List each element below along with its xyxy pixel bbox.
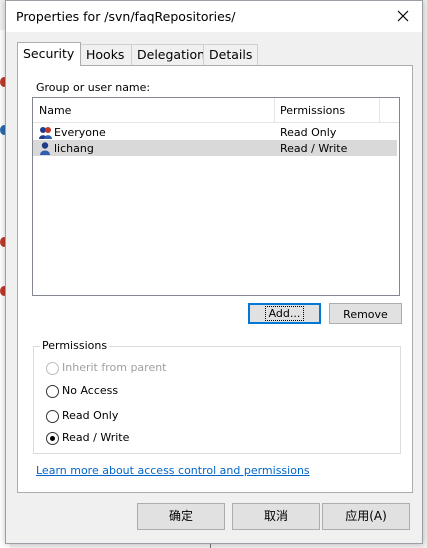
security-panel: Group or user name: Name Permissions Eve… xyxy=(17,65,413,493)
group-icon xyxy=(39,127,52,139)
dialog-title: Properties for /svn/faqRepositories/ xyxy=(16,9,236,24)
radio-label: Inherit from parent xyxy=(62,361,167,374)
ok-button[interactable]: 确定 xyxy=(137,503,225,530)
radio-button-circle xyxy=(46,432,59,445)
column-divider[interactable] xyxy=(379,98,380,122)
user-name: lichang xyxy=(54,142,94,155)
close-button[interactable] xyxy=(390,4,416,28)
column-divider[interactable] xyxy=(274,98,275,122)
tab-label: Details xyxy=(209,47,253,62)
group-or-user-label: Group or user name: xyxy=(36,81,151,94)
tab-label: Security xyxy=(23,46,75,61)
list-item[interactable]: Everyone Read Only xyxy=(33,124,397,140)
add-button-label: Add... xyxy=(264,306,305,321)
remove-button-label: Remove xyxy=(343,308,388,321)
list-item[interactable]: lichang Read / Write xyxy=(33,140,397,156)
tab-details[interactable]: Details xyxy=(203,44,258,65)
user-listview[interactable]: Name Permissions Everyone Read Only lich… xyxy=(32,97,400,296)
tab-label: Hooks xyxy=(86,47,125,62)
radio-button-circle xyxy=(46,362,59,375)
remove-button[interactable]: Remove xyxy=(329,303,402,324)
tab-delegation[interactable]: Delegation xyxy=(131,44,206,65)
radio-label: Read / Write xyxy=(62,431,130,444)
user-icon xyxy=(40,142,50,155)
radio-button-circle xyxy=(46,410,59,423)
close-icon xyxy=(397,10,409,22)
listview-header: Name Permissions xyxy=(33,98,399,123)
user-name: Everyone xyxy=(54,126,106,139)
radio-button-circle xyxy=(46,385,59,398)
tab-security[interactable]: Security xyxy=(17,42,81,66)
user-permission: Read / Write xyxy=(280,142,348,155)
apply-button[interactable]: 应用(A) xyxy=(322,503,410,530)
tab-hooks[interactable]: Hooks xyxy=(80,44,132,65)
radio-label: Read Only xyxy=(62,409,119,422)
ok-button-label: 确定 xyxy=(168,509,193,523)
radio-label: No Access xyxy=(62,384,119,397)
title-bar[interactable]: Properties for /svn/faqRepositories/ xyxy=(6,1,422,32)
permissions-group: Permissions Inherit from parent No Acces… xyxy=(33,339,401,454)
cancel-button[interactable]: 取消 xyxy=(232,503,320,530)
learn-more-link[interactable]: Learn more about access control and perm… xyxy=(36,464,310,477)
permissions-group-label: Permissions xyxy=(40,339,110,352)
tab-label: Delegation xyxy=(137,47,206,62)
user-permission: Read Only xyxy=(280,126,337,139)
radio-selected-dot xyxy=(50,436,55,441)
column-header-name[interactable]: Name xyxy=(39,98,71,122)
add-button[interactable]: Add... xyxy=(248,303,321,324)
apply-button-label: 应用(A) xyxy=(345,509,387,523)
properties-dialog: Properties for /svn/faqRepositories/ Sec… xyxy=(5,0,423,544)
cancel-button-label: 取消 xyxy=(263,509,288,523)
column-header-permissions[interactable]: Permissions xyxy=(280,98,345,122)
